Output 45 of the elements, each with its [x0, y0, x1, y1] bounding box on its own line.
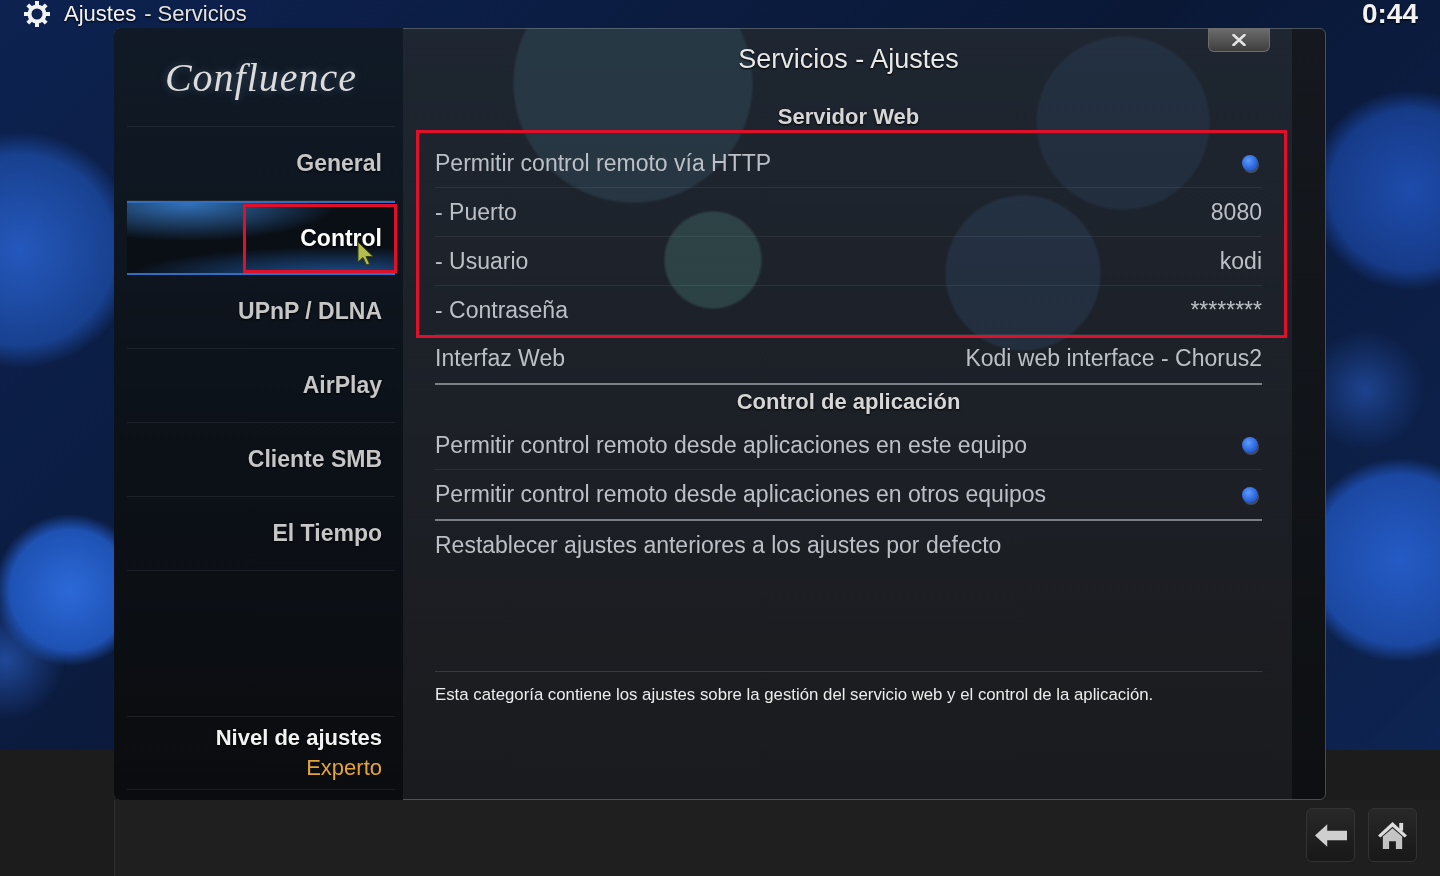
home-icon [1377, 820, 1408, 850]
menu-item[interactable]: El Tiempo [127, 497, 395, 571]
category-description: Esta categoría contiene los ajustes sobre la gestión del servicio web y el control de la aplicación. [435, 671, 1262, 800]
setting-row[interactable]: - Usuario kodi [435, 237, 1262, 286]
menu-item[interactable]: UPnP / DLNA [127, 275, 395, 349]
back-arrow-icon [1314, 823, 1347, 847]
setting-value: ******** [1190, 296, 1262, 324]
setting-row[interactable]: Permitir control remoto vía HTTP [435, 139, 1262, 188]
setting-row[interactable]: - Puerto 8080 [435, 188, 1262, 237]
radio-dot-icon[interactable] [1242, 437, 1258, 453]
clock: 0:44 [1361, 0, 1418, 28]
dialog-title: Servicios - Ajustes [738, 43, 959, 76]
setting-label: - Puerto [435, 198, 517, 226]
setting-label: - Usuario [435, 247, 529, 275]
close-button[interactable] [1208, 28, 1270, 52]
setting-label: Interfaz Web [435, 345, 565, 372]
settings-level-label: Nivel de ajustes [215, 724, 382, 752]
setting-value: 8080 [1210, 198, 1262, 226]
setting-row[interactable]: Interfaz Web Kodi web interface - Chorus2 [435, 334, 1262, 383]
menu-item[interactable]: AirPlay [127, 349, 395, 423]
screen-subtitle: - Servicios [144, 1, 247, 27]
setting-label: - Contraseña [435, 296, 568, 324]
setting-label: Permitir control remoto desde aplicaciones en otros equipos [435, 481, 1047, 508]
menu-item[interactable]: Control [127, 201, 395, 275]
section-heading: Control de aplicación [736, 389, 961, 415]
screen-title: Ajustes [64, 1, 137, 27]
setting-label: Permitir control remoto desde aplicaciones en este equipo [435, 431, 1027, 459]
setting-label: Restablecer ajustes anteriores a los ajustes por defecto [435, 532, 1002, 559]
settings-level-value[interactable]: Experto [306, 753, 382, 783]
setting-row[interactable]: Permitir control remoto desde aplicaciones en este equipo [435, 421, 1262, 470]
radio-dot-icon[interactable] [1242, 155, 1258, 171]
menu-item[interactable]: Cliente SMB [127, 423, 395, 497]
back-button[interactable] [1306, 808, 1355, 862]
setting-row[interactable]: - Contraseña ******** [435, 286, 1262, 335]
section-heading: Servidor Web [777, 104, 920, 130]
setting-row[interactable]: Permitir control remoto desde aplicaciones en otros equipos [435, 470, 1262, 519]
setting-value: Kodi web interface - Chorus2 [965, 345, 1262, 372]
radio-dot-icon[interactable] [1242, 486, 1258, 503]
setting-value: kodi [1219, 247, 1262, 275]
setting-row[interactable]: Restablecer ajustes anteriores a los ajustes por defecto [435, 521, 1262, 570]
app-logo: Confluence [164, 53, 358, 101]
setting-label: Permitir control remoto vía HTTP [435, 149, 772, 177]
home-button[interactable] [1368, 808, 1417, 862]
gear-icon [24, 1, 50, 27]
close-icon [1232, 33, 1246, 46]
